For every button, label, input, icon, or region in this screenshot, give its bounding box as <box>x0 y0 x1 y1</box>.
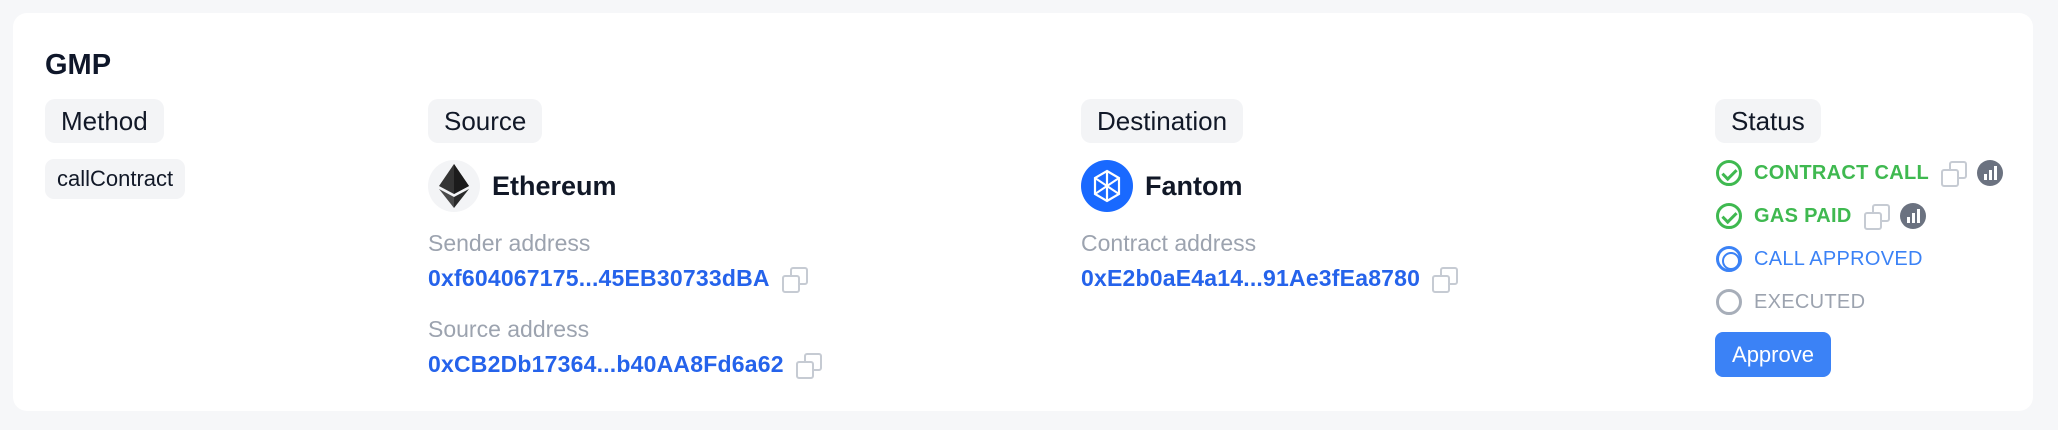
contract-address-link[interactable]: 0xE2b0aE4a14...91Ae3fEa8780 <box>1081 265 1420 292</box>
check-circle-icon <box>1716 160 1742 186</box>
column-header-method: Method <box>45 99 164 143</box>
fantom-logo-icon <box>1081 160 1133 212</box>
copy-icon[interactable] <box>1940 161 1967 187</box>
empty-circle-icon <box>1716 289 1742 315</box>
contract-address: 0xE2b0aE4a14...91Ae3fEa8780 <box>1081 265 1459 293</box>
ethereum-logo-icon <box>428 160 480 212</box>
status-label: CONTRACT CALL <box>1754 161 1929 184</box>
contract-address-label: Contract address <box>1081 230 1257 256</box>
source-chain[interactable]: Ethereum <box>428 160 617 212</box>
pending-circle-icon <box>1716 246 1742 272</box>
section-title: GMP <box>45 49 112 81</box>
explorer-icon[interactable] <box>1899 203 1926 229</box>
status-label: GAS PAID <box>1754 204 1852 227</box>
check-circle-icon <box>1716 203 1742 229</box>
column-header-source: Source <box>428 99 543 143</box>
source-address-label: Source address <box>428 316 590 342</box>
sender-address-label: Sender address <box>428 230 591 256</box>
explorer-icon[interactable] <box>1976 160 2003 186</box>
sender-address-link[interactable]: 0xf604067175...45EB30733dBA <box>428 265 770 292</box>
copy-icon[interactable] <box>1432 266 1459 293</box>
column-header-destination: Destination <box>1081 99 1244 143</box>
column-header-status: Status <box>1715 99 1821 143</box>
status-executed: EXECUTED <box>1716 289 1865 315</box>
copy-icon[interactable] <box>781 266 808 293</box>
source-chain-name: Ethereum <box>492 170 617 201</box>
status-label: EXECUTED <box>1754 290 1866 313</box>
method-badge: callContract <box>45 159 186 199</box>
status-contract-call: CONTRACT CALL <box>1716 160 2003 187</box>
sender-address: 0xf604067175...45EB30733dBA <box>428 265 808 293</box>
source-address-link[interactable]: 0xCB2Db17364...b40AA8Fd6a62 <box>428 351 784 378</box>
source-address: 0xCB2Db17364...b40AA8Fd6a62 <box>428 351 822 379</box>
destination-chain-name: Fantom <box>1145 170 1243 201</box>
copy-icon[interactable] <box>1863 204 1890 230</box>
status-call-approved: CALL APPROVED <box>1716 246 1923 272</box>
copy-icon[interactable] <box>795 352 822 379</box>
status-label: CALL APPROVED <box>1754 247 1923 270</box>
approve-button[interactable]: Approve <box>1715 332 1831 377</box>
status-gas-paid: GAS PAID <box>1716 203 1926 230</box>
destination-chain[interactable]: Fantom <box>1081 160 1243 212</box>
